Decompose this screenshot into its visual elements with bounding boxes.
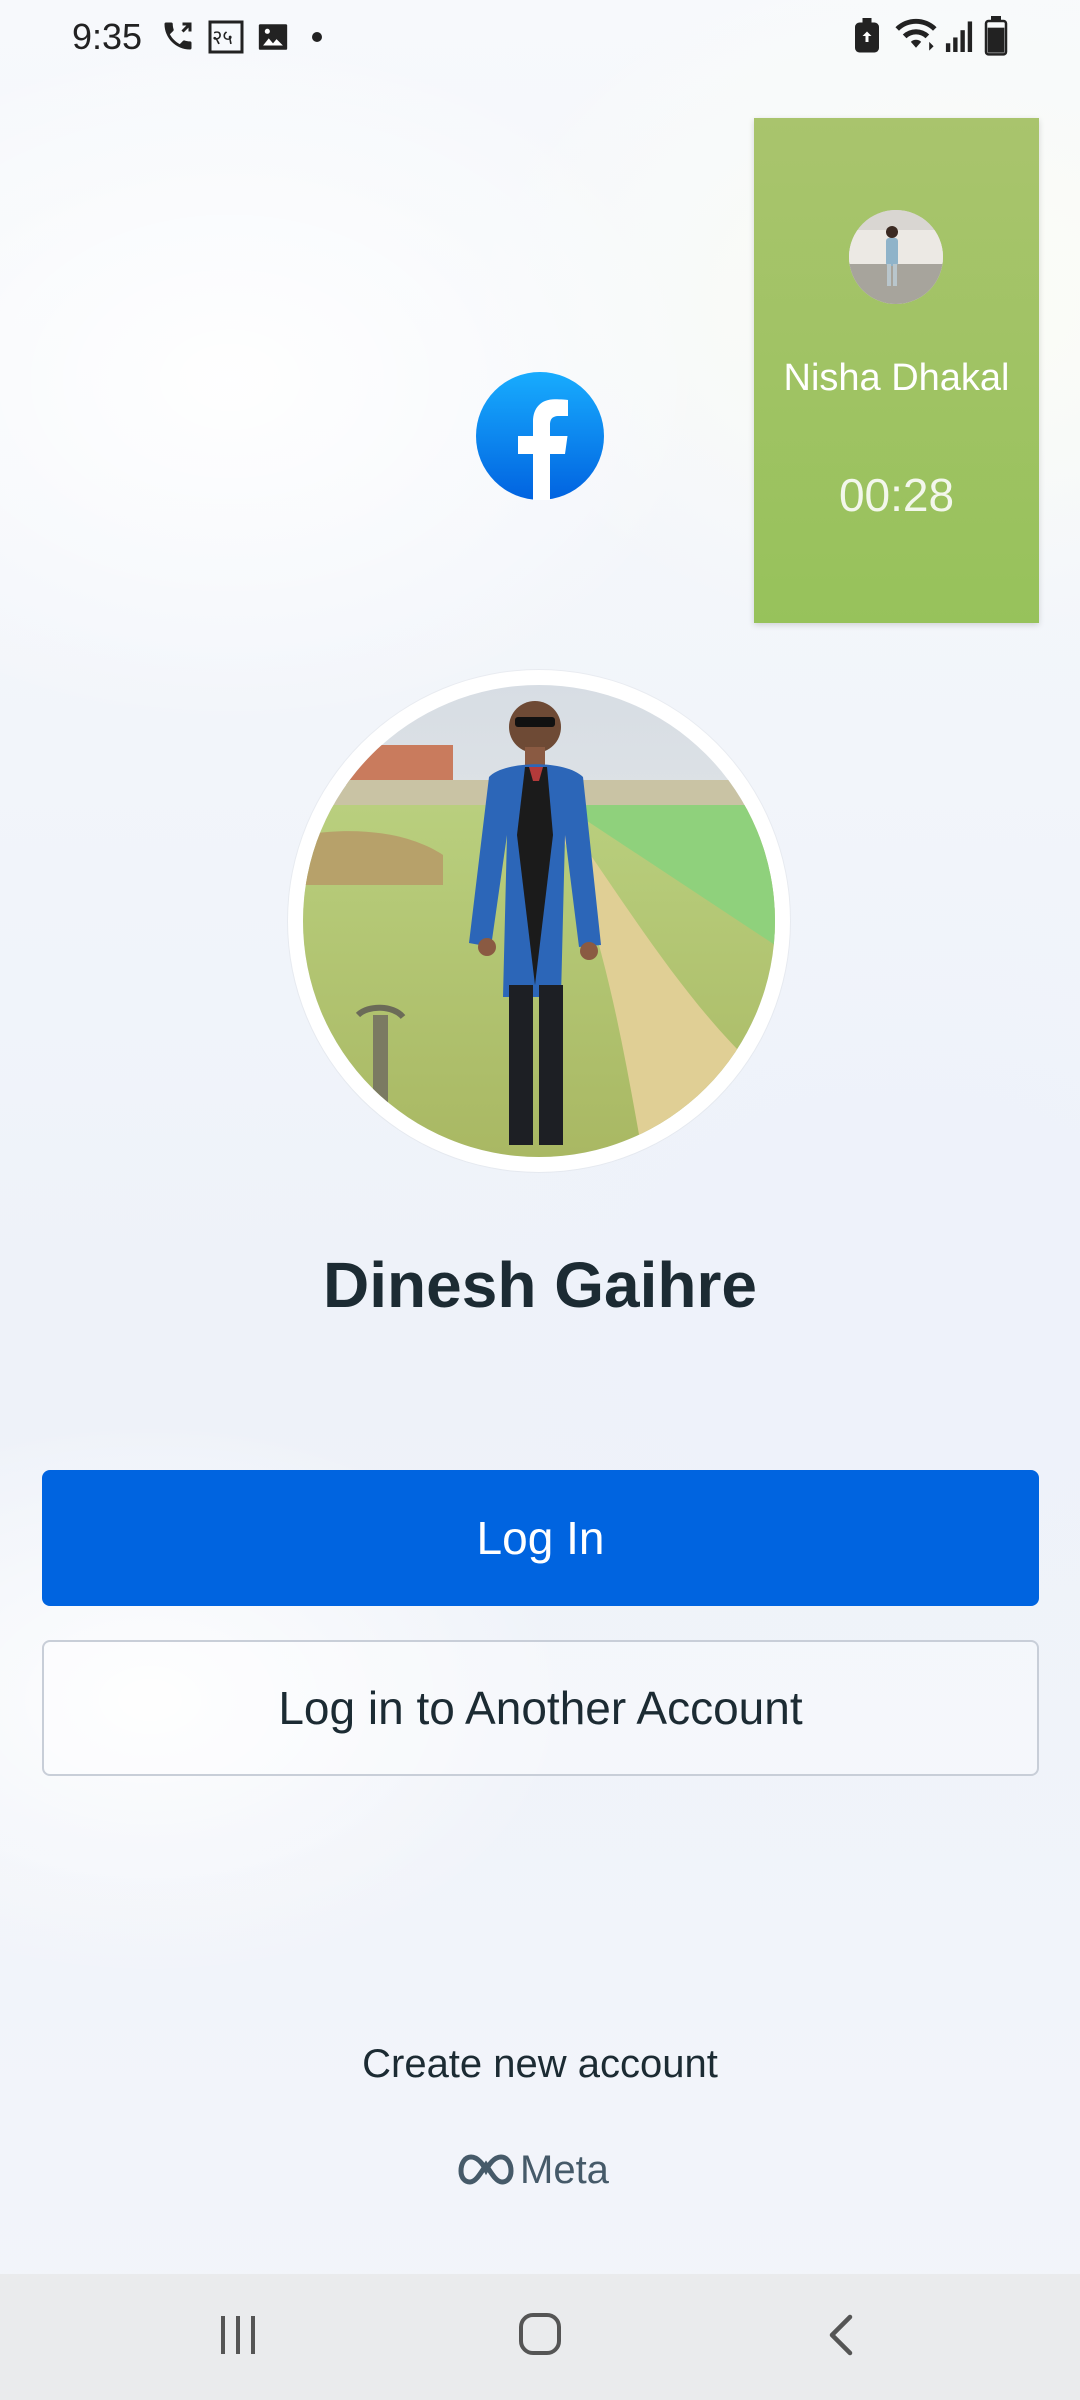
meta-logo: Meta [458, 2146, 609, 2194]
calendar-label: २५ [212, 27, 233, 49]
nepali-calendar-icon: २५ [208, 20, 244, 59]
battery-icon [984, 16, 1008, 61]
caller-name: Nisha Dhakal [783, 357, 1010, 399]
log-in-another-account-button[interactable]: Log in to Another Account [42, 1640, 1039, 1776]
facebook-logo-icon [476, 372, 604, 500]
navigation-bar [0, 2274, 1080, 2400]
create-new-account-link[interactable]: Create new account [0, 2042, 1080, 2087]
status-bar: 9:35 २५ [0, 0, 1080, 76]
profile-name: Dinesh Gaihre [323, 1249, 757, 1321]
log-in-button[interactable]: Log In [42, 1470, 1039, 1606]
caller-avatar [849, 210, 943, 304]
profile-photo-frame[interactable] [288, 670, 790, 1172]
gallery-icon [256, 20, 290, 59]
recent-apps-icon[interactable] [218, 2314, 258, 2361]
battery-saver-icon [852, 18, 882, 59]
wifi-icon [894, 18, 938, 59]
ongoing-call-bubble[interactable]: Nisha Dhakal 00:28 [754, 118, 1039, 623]
back-icon[interactable] [826, 2314, 856, 2361]
profile-photo [303, 685, 775, 1157]
call-duration: 00:28 [838, 469, 955, 521]
signal-icon [944, 20, 974, 57]
home-icon[interactable] [518, 2312, 562, 2361]
meta-wordmark: Meta [520, 2147, 609, 2192]
status-time: 9:35 [72, 16, 143, 57]
meta-infinity-icon [458, 2153, 514, 2187]
phone-call-icon [160, 18, 196, 59]
notification-dot-icon [312, 32, 322, 42]
